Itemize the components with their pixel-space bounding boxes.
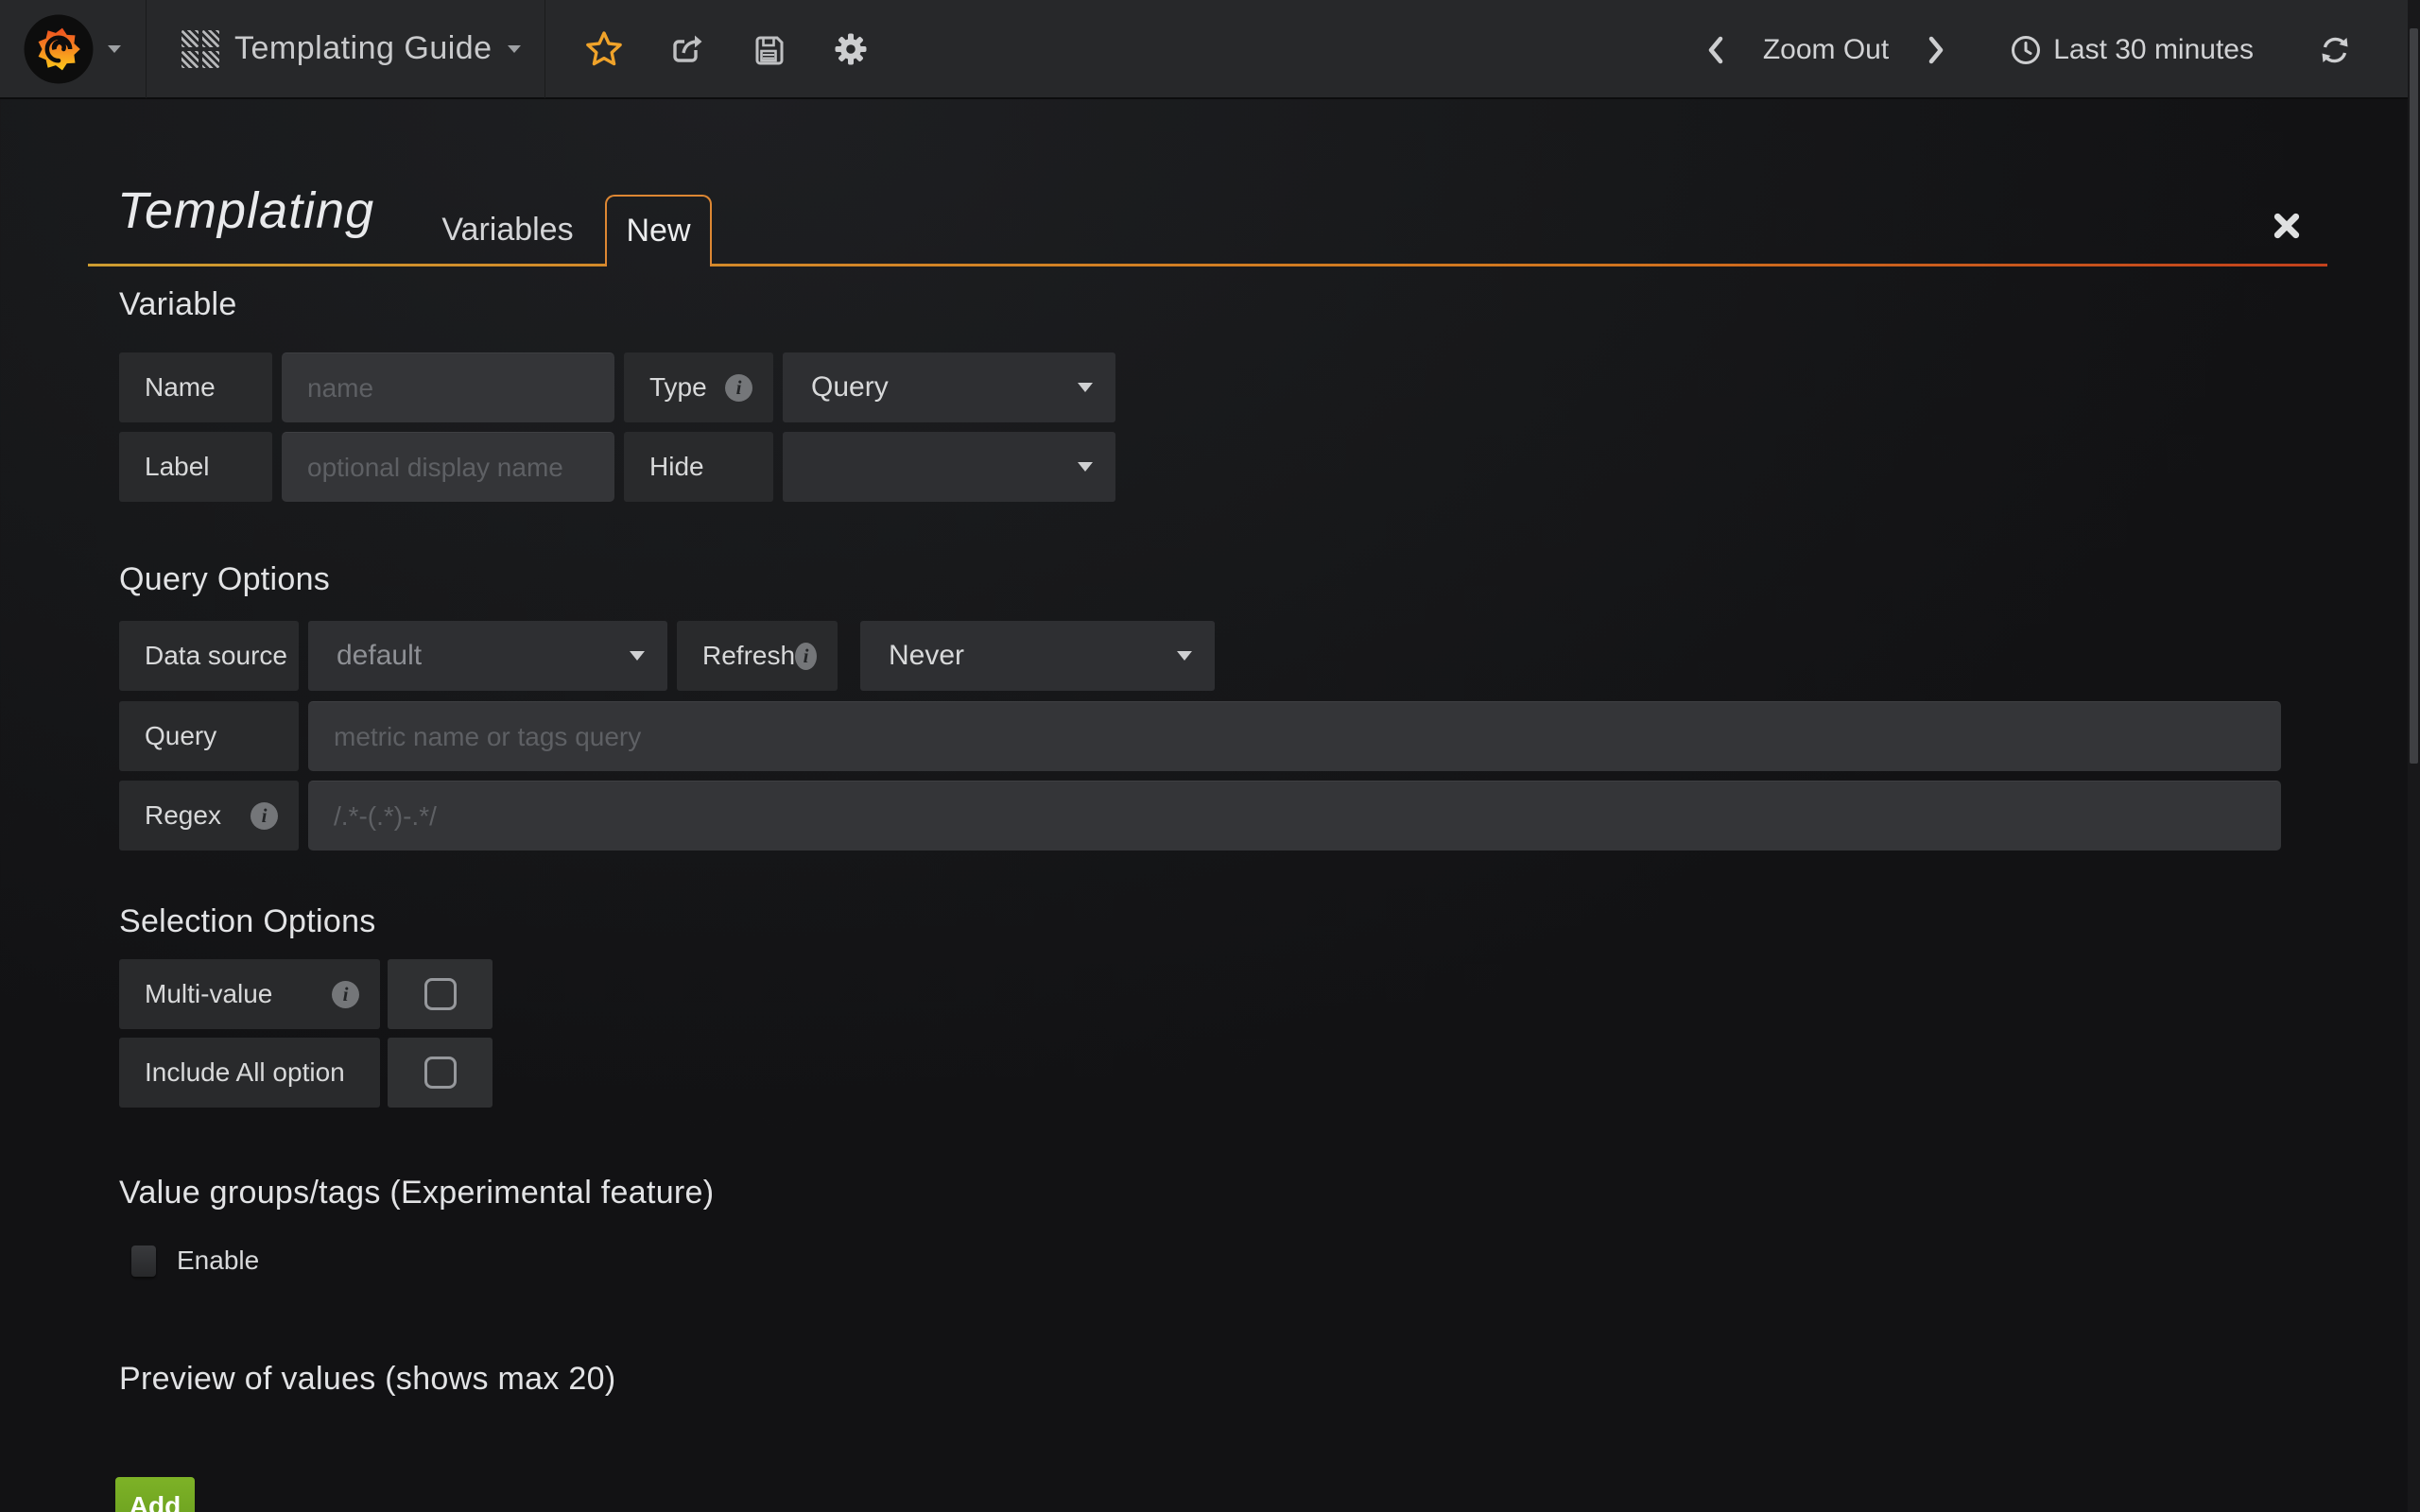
info-icon: i xyxy=(332,981,359,1008)
tab-variables[interactable]: Variables xyxy=(437,195,579,265)
name-input[interactable] xyxy=(282,352,614,422)
header-underline xyxy=(88,264,605,266)
hide-label: Hide xyxy=(624,432,773,502)
type-label: Type i xyxy=(624,352,773,422)
name-label: Name xyxy=(119,352,272,422)
info-icon: i xyxy=(725,374,752,402)
selection-options-heading: Selection Options xyxy=(119,903,376,940)
chevron-down-icon xyxy=(508,45,521,53)
type-select[interactable]: Query xyxy=(783,352,1115,422)
save-icon xyxy=(752,33,785,65)
close-button[interactable] xyxy=(2273,212,2303,242)
share-icon xyxy=(668,32,704,66)
settings-button[interactable] xyxy=(832,30,870,68)
zoom-out-button[interactable]: Zoom Out xyxy=(1763,34,1889,66)
info-icon: i xyxy=(251,802,278,830)
save-button[interactable] xyxy=(750,30,787,68)
variable-section-heading: Variable xyxy=(119,286,237,323)
header-underline xyxy=(712,264,2327,266)
info-icon: i xyxy=(795,643,817,670)
chevron-right-icon xyxy=(1927,35,1945,65)
include-all-checkbox[interactable] xyxy=(424,1057,457,1089)
time-range-label: Last 30 minutes xyxy=(2053,34,2254,66)
enable-checkbox[interactable] xyxy=(131,1246,156,1277)
tab-new[interactable]: New xyxy=(605,195,712,266)
share-button[interactable] xyxy=(667,30,705,68)
dashboard-picker[interactable]: Templating Guide xyxy=(147,0,545,98)
close-icon xyxy=(2273,212,2301,240)
refresh-select[interactable]: Never xyxy=(860,621,1215,691)
regex-input[interactable] xyxy=(308,781,2281,850)
data-source-select[interactable]: default xyxy=(308,621,667,691)
dashboard-title: Templating Guide xyxy=(234,30,493,67)
multi-value-checkbox-cell xyxy=(388,959,493,1029)
scrollbar-track[interactable] xyxy=(2408,0,2420,1512)
gear-icon xyxy=(834,32,868,66)
multi-value-label: Multi-value i xyxy=(119,959,380,1029)
top-navbar: Templating Guide xyxy=(0,0,2420,99)
include-all-label: Include All option xyxy=(119,1038,380,1108)
clock-icon xyxy=(2010,34,2042,66)
chevron-down-icon xyxy=(630,651,645,661)
refresh-button[interactable] xyxy=(2316,31,2354,69)
include-all-checkbox-cell xyxy=(388,1038,493,1108)
favorite-button[interactable] xyxy=(585,30,623,68)
multi-value-checkbox[interactable] xyxy=(424,978,457,1010)
chevron-down-icon xyxy=(1078,383,1093,392)
preview-heading: Preview of values (shows max 20) xyxy=(119,1361,615,1398)
chevron-down-icon xyxy=(1177,651,1192,661)
chevron-down-icon xyxy=(108,45,121,53)
data-source-label: Data source xyxy=(119,621,299,691)
chevron-down-icon xyxy=(1078,462,1093,472)
chevron-left-icon xyxy=(1706,35,1725,65)
regex-label: Regex i xyxy=(119,781,299,850)
page-title: Templating xyxy=(117,181,374,240)
query-options-heading: Query Options xyxy=(119,561,330,598)
dashboard-grid-icon xyxy=(182,30,219,68)
label-label: Label xyxy=(119,432,272,502)
refresh-label: Refresh i xyxy=(677,621,838,691)
label-input[interactable] xyxy=(282,432,614,502)
refresh-icon xyxy=(2318,34,2352,66)
grafana-logo-icon xyxy=(23,13,95,85)
time-range-picker[interactable]: Last 30 minutes xyxy=(2010,34,2254,66)
add-button[interactable]: Add xyxy=(115,1477,195,1512)
query-input[interactable] xyxy=(308,701,2281,771)
time-back-button[interactable] xyxy=(1697,31,1735,69)
time-forward-button[interactable] xyxy=(1917,31,1955,69)
enable-label: Enable xyxy=(177,1246,259,1276)
star-icon xyxy=(585,31,623,67)
hide-select[interactable] xyxy=(783,432,1115,502)
value-groups-heading: Value groups/tags (Experimental feature) xyxy=(119,1175,714,1211)
query-label: Query xyxy=(119,701,299,771)
scrollbar-thumb[interactable] xyxy=(2410,28,2418,764)
grafana-menu[interactable] xyxy=(0,0,147,98)
